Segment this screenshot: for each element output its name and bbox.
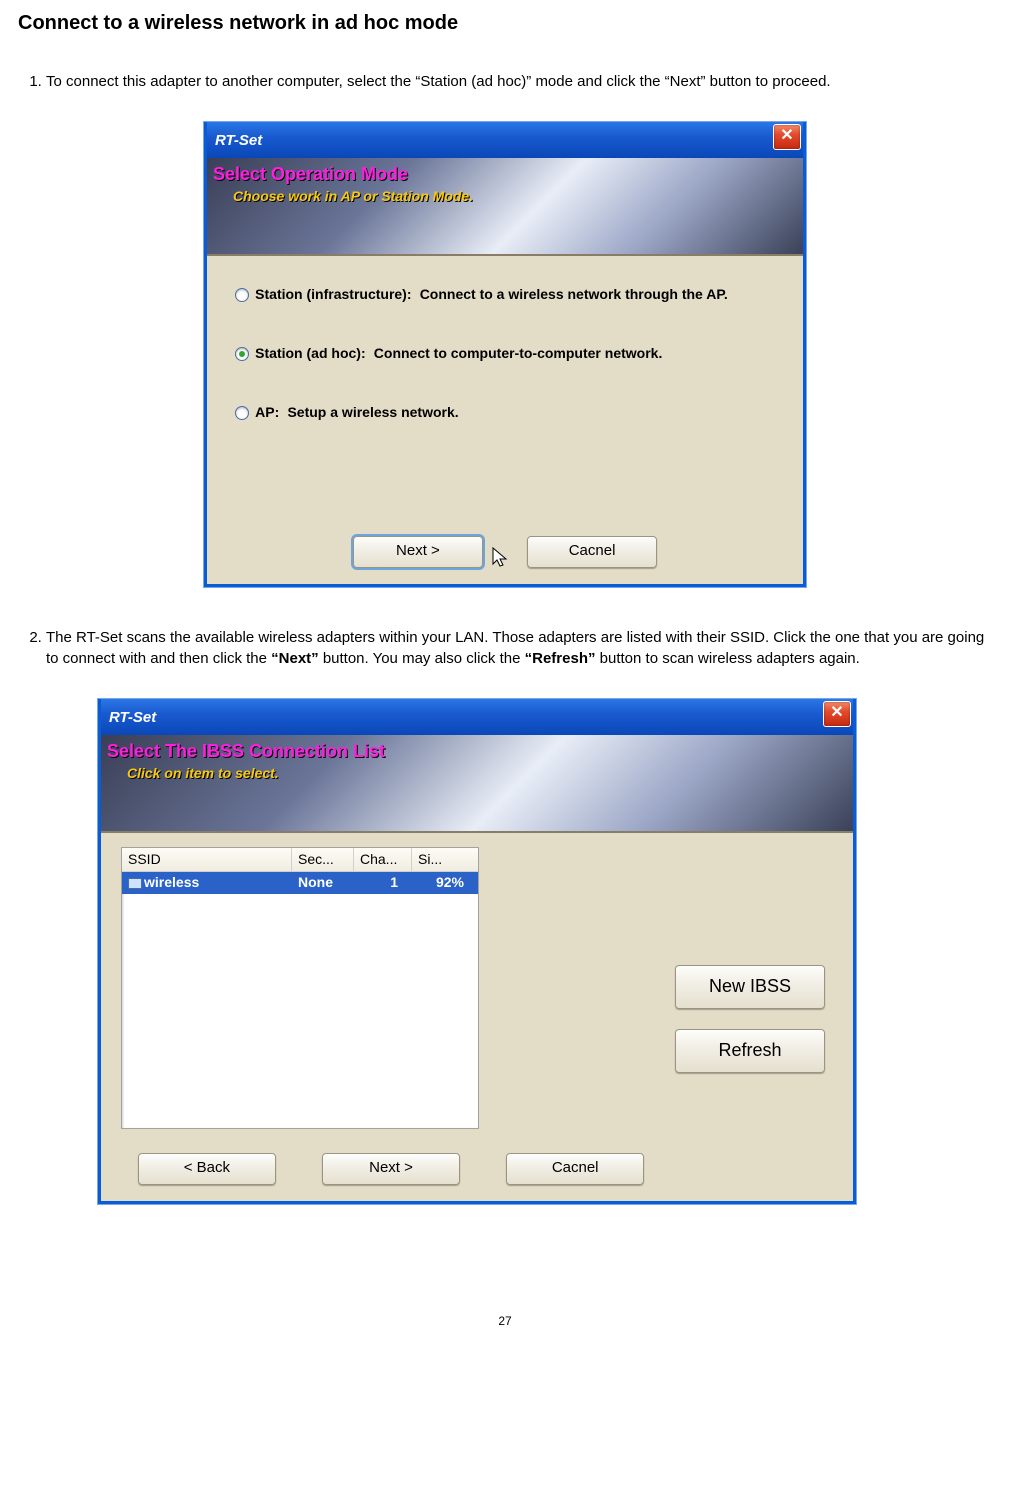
next-button[interactable]: Next >: [353, 536, 483, 568]
banner: Select Operation Mode Choose work in AP …: [207, 158, 803, 256]
refresh-button[interactable]: Refresh: [675, 1029, 825, 1073]
close-icon[interactable]: ✕: [773, 124, 801, 150]
dialog-select-mode: RT-Set ✕ Select Operation Mode Choose wo…: [204, 122, 806, 587]
banner: Select The IBSS Connection List Click on…: [101, 735, 853, 833]
list-header[interactable]: SSID Sec... Cha... Si...: [122, 848, 478, 872]
titlebar[interactable]: RT-Set ✕: [207, 122, 803, 158]
new-ibss-button[interactable]: New IBSS: [675, 965, 825, 1009]
radio-unselected-icon: [235, 288, 249, 302]
cancel-button[interactable]: Cacnel: [506, 1153, 644, 1185]
cursor-icon: [489, 546, 513, 570]
column-signal[interactable]: Si...: [412, 848, 478, 871]
banner-title: Select Operation Mode: [213, 164, 408, 185]
column-channel[interactable]: Cha...: [354, 848, 412, 871]
page-heading: Connect to a wireless network in ad hoc …: [18, 12, 992, 35]
network-list[interactable]: SSID Sec... Cha... Si... wireless None 1…: [121, 847, 479, 1129]
radio-option-infrastructure[interactable]: Station (infrastructure): Connect to a w…: [235, 286, 803, 303]
radio-selected-icon: [235, 347, 249, 361]
dialog-ibss-list: RT-Set ✕ Select The IBSS Connection List…: [98, 699, 856, 1204]
next-button[interactable]: Next >: [322, 1153, 460, 1185]
banner-subtitle: Choose work in AP or Station Mode.: [233, 188, 473, 204]
back-button[interactable]: < Back: [138, 1153, 276, 1185]
network-icon: [128, 878, 142, 889]
column-ssid[interactable]: SSID: [122, 848, 292, 871]
column-security[interactable]: Sec...: [292, 848, 354, 871]
radio-option-ap[interactable]: AP: Setup a wireless network.: [235, 404, 803, 421]
cancel-button[interactable]: Cacnel: [527, 536, 657, 568]
window-title: RT-Set: [215, 132, 262, 149]
radio-unselected-icon: [235, 406, 249, 420]
banner-title: Select The IBSS Connection List: [107, 741, 385, 762]
radio-option-adhoc[interactable]: Station (ad hoc): Connect to computer-to…: [235, 345, 803, 362]
page-number: 27: [18, 1314, 992, 1328]
titlebar[interactable]: RT-Set ✕: [101, 699, 853, 735]
list-row-selected[interactable]: wireless None 1 92%: [122, 872, 478, 894]
step-2-text: The RT-Set scans the available wireless …: [46, 627, 992, 669]
banner-subtitle: Click on item to select.: [127, 765, 279, 781]
close-icon[interactable]: ✕: [823, 701, 851, 727]
window-title: RT-Set: [109, 709, 156, 726]
step-1-text: To connect this adapter to another compu…: [46, 71, 992, 92]
